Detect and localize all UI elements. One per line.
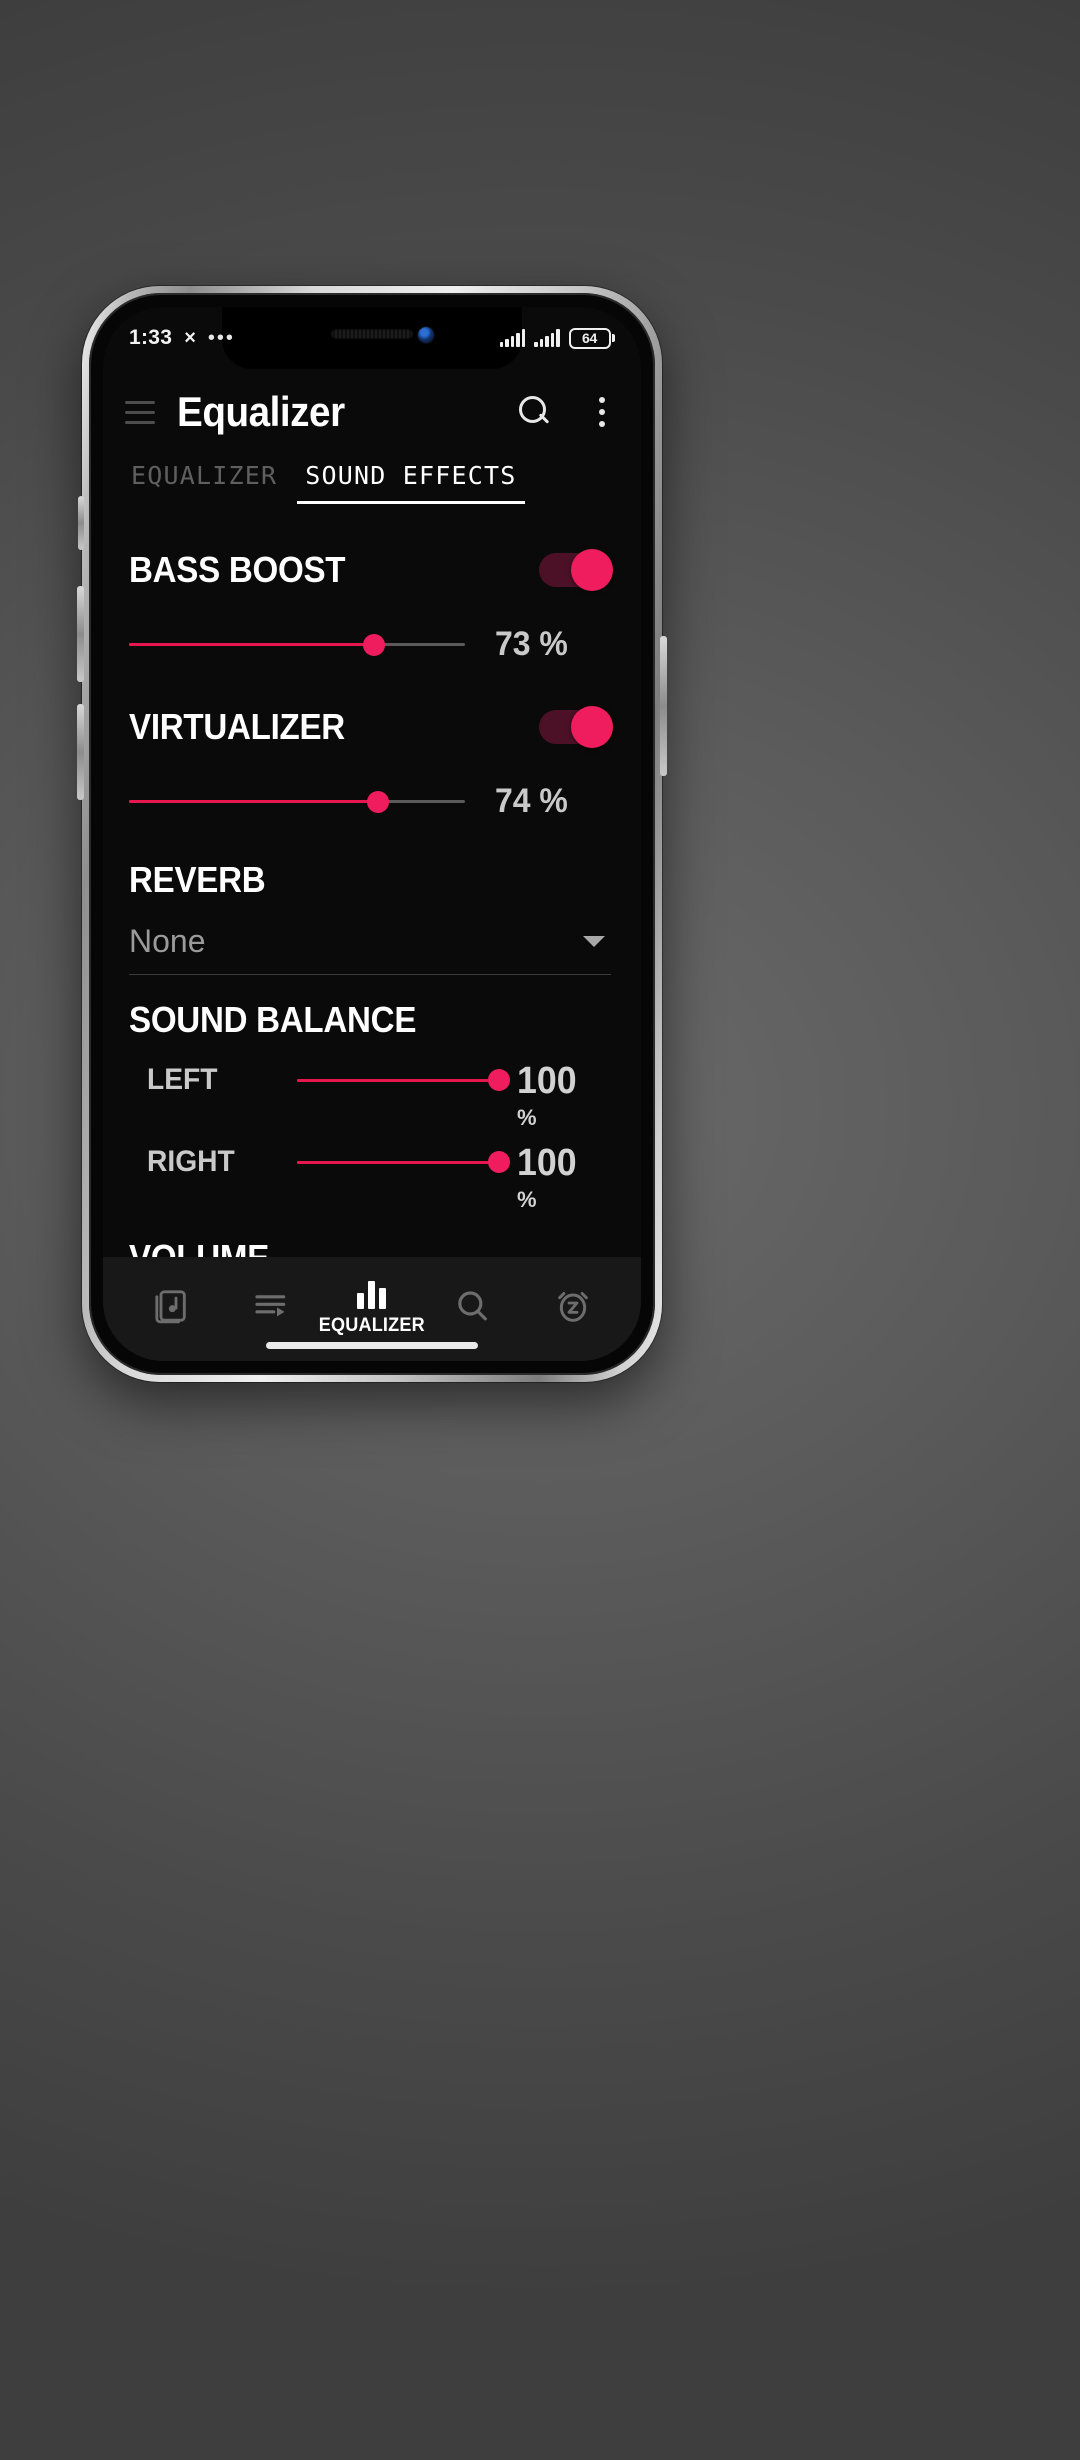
equalizer-app: 1:33 × ••• 64 Equalizer EQUALIZER SOUND … — [103, 307, 641, 1361]
balance-left-number: 100 — [517, 1060, 577, 1102]
slider-thumb[interactable] — [488, 1069, 510, 1091]
tab-equalizer[interactable]: EQUALIZER — [117, 455, 291, 504]
balance-left-value: 100 % — [517, 1060, 617, 1131]
more-vertical-icon[interactable] — [587, 394, 617, 430]
virtualizer-toggle[interactable] — [539, 706, 613, 748]
nav-item-sleep-timer[interactable] — [524, 1286, 622, 1332]
sound-effects-content: BASS BOOST 73 % VIRTUALIZER 74 % REVERB … — [103, 527, 641, 1257]
page-title: Equalizer — [177, 388, 345, 435]
toggle-knob — [571, 549, 613, 591]
bass-boost-header: BASS BOOST — [103, 549, 641, 591]
slider-fill — [297, 1078, 499, 1082]
slider-thumb[interactable] — [488, 1151, 510, 1174]
chevron-down-icon — [583, 936, 605, 947]
app-bar: Equalizer — [103, 369, 641, 455]
sleep-timer-icon — [557, 1292, 588, 1322]
phone-screen: 1:33 × ••• 64 Equalizer EQUALIZER SOUND … — [103, 307, 641, 1361]
slider-thumb[interactable] — [363, 633, 386, 656]
sound-balance-header: SOUND BALANCE — [103, 999, 641, 1041]
virtualizer-slider[interactable] — [129, 785, 465, 819]
equalizer-bars-icon — [357, 1281, 387, 1309]
balance-left-label: LEFT — [147, 1063, 218, 1096]
toggle-knob — [571, 706, 613, 748]
bass-boost-toggle[interactable] — [539, 549, 613, 591]
tab-bar: EQUALIZER SOUND EFFECTS — [103, 455, 641, 527]
balance-right-label: RIGHT — [147, 1145, 235, 1179]
status-time: 1:33 — [129, 326, 173, 349]
silence-switch[interactable] — [78, 496, 84, 550]
status-bar-left: 1:33 × ••• — [129, 326, 235, 350]
balance-right-slider[interactable] — [297, 1145, 510, 1179]
battery-cap — [612, 334, 615, 342]
volume-title: VOLUME — [129, 1237, 269, 1257]
power-button[interactable] — [660, 636, 667, 776]
balance-right-number: 100 — [517, 1142, 577, 1185]
search-icon — [458, 1291, 488, 1321]
bass-boost-value: 73 % — [495, 625, 568, 663]
battery-icon: 64 — [568, 327, 615, 349]
reverb-title: REVERB — [129, 859, 266, 900]
home-indicator[interactable] — [266, 1342, 478, 1349]
nav-item-equalizer-label: EQUALIZER — [318, 1315, 425, 1336]
status-bar-right: 64 — [499, 327, 615, 349]
signal-bars-icon-sim2 — [534, 329, 560, 347]
tab-sound-effects[interactable]: SOUND EFFECTS — [291, 455, 530, 504]
playlist-queue-icon — [254, 1295, 285, 1317]
reverb-header: REVERB — [103, 859, 641, 901]
battery-level-label: 64 — [568, 327, 611, 349]
reverb-dropdown[interactable]: None — [129, 915, 611, 975]
sound-balance-title: SOUND BALANCE — [129, 999, 417, 1040]
slider-fill — [129, 800, 378, 803]
balance-row-right: RIGHT 100 % — [103, 1142, 641, 1213]
balance-left-unit: % — [517, 1105, 537, 1131]
notification-overflow-icon: ••• — [207, 326, 235, 349]
nav-item-equalizer[interactable]: EQUALIZER — [319, 1281, 425, 1337]
signal-bars-icon-sim1 — [499, 329, 525, 347]
volume-header: VOLUME — [103, 1237, 641, 1257]
slider-fill — [129, 643, 375, 646]
status-bar: 1:33 × ••• 64 — [103, 307, 641, 369]
reverb-selected-value: None — [129, 923, 206, 959]
hamburger-menu-icon[interactable] — [125, 395, 159, 429]
virtualizer-value: 74 % — [495, 782, 568, 820]
phone-bezel: 1:33 × ••• 64 Equalizer EQUALIZER SOUND … — [89, 293, 655, 1375]
nav-item-queue[interactable] — [223, 1286, 321, 1332]
nav-item-search[interactable] — [423, 1286, 521, 1332]
virtualizer-slider-row: 74 % — [103, 782, 641, 821]
library-music-icon — [155, 1290, 186, 1324]
volume-up-button[interactable] — [77, 586, 84, 682]
virtualizer-header: VIRTUALIZER — [103, 706, 641, 748]
nav-item-library[interactable] — [122, 1286, 220, 1332]
volume-down-button[interactable] — [77, 704, 84, 800]
balance-right-unit: % — [517, 1187, 537, 1213]
balance-left-slider[interactable] — [297, 1063, 510, 1097]
balance-right-value: 100 % — [517, 1142, 617, 1213]
x-app-notification-icon: × — [184, 326, 196, 349]
slider-fill — [297, 1160, 499, 1164]
bass-boost-title: BASS BOOST — [129, 549, 346, 590]
slider-thumb[interactable] — [366, 790, 389, 813]
balance-row-left: LEFT 100 % — [103, 1060, 641, 1131]
virtualizer-title: VIRTUALIZER — [129, 706, 345, 747]
phone-device-frame: 1:33 × ••• 64 Equalizer EQUALIZER SOUND … — [77, 286, 667, 1382]
bass-boost-slider-row: 73 % — [103, 625, 641, 664]
search-icon[interactable] — [515, 393, 553, 431]
bass-boost-slider[interactable] — [129, 628, 465, 662]
